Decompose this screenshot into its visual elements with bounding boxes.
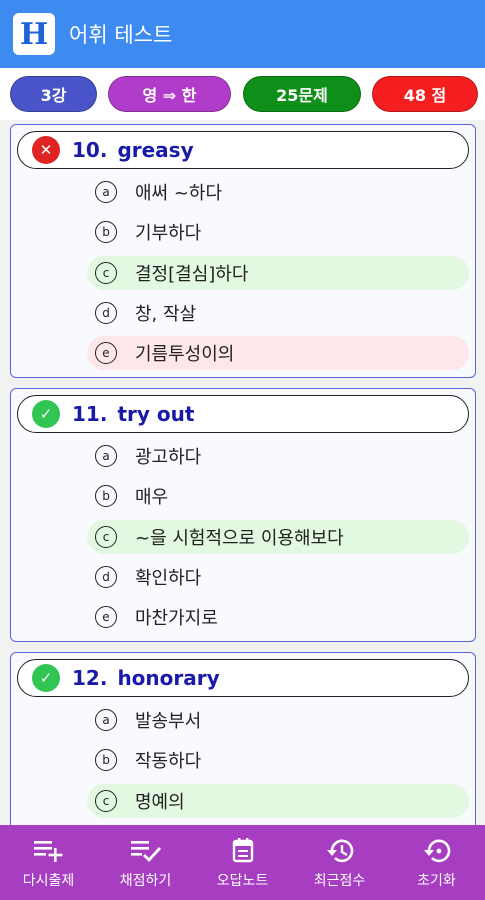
- lecture-pill[interactable]: 3강: [10, 76, 97, 112]
- nav-label: 초기화: [417, 872, 456, 889]
- option-letter-a: a: [95, 181, 117, 203]
- option-text: 명예의: [135, 792, 185, 813]
- question-header: ✕ 10. greasy: [17, 131, 469, 169]
- option-b[interactable]: b 매우: [87, 479, 469, 513]
- question-header: ✓ 12. honorary: [17, 659, 469, 697]
- option-e[interactable]: e 기름투성이의: [87, 336, 469, 370]
- question-number: 12.: [72, 666, 108, 690]
- check-status-icon: ✓: [32, 400, 60, 428]
- option-text: 창, 작살: [135, 304, 197, 325]
- nav-label: 채점하기: [119, 872, 172, 889]
- option-text: 기름투성이의: [135, 344, 235, 365]
- history-icon: [326, 839, 353, 862]
- option-text: 매우: [135, 487, 169, 508]
- nav-recent-score[interactable]: 최근점수: [291, 825, 388, 900]
- option-b[interactable]: b 기부하다: [87, 215, 469, 249]
- option-d[interactable]: d 창, 작살: [87, 296, 469, 330]
- wrong-status-icon: ✕: [32, 136, 60, 164]
- option-a[interactable]: a 애써 ~하다: [87, 175, 469, 209]
- option-letter-d: d: [95, 302, 117, 324]
- playlist-add-icon: [33, 840, 62, 862]
- option-letter-c: c: [95, 262, 117, 284]
- check-status-icon: ✓: [32, 664, 60, 692]
- question-card: ✓ 11. try out a 광고하다 b 매우 c ~을 시험적으로 이용해…: [10, 388, 476, 642]
- question-word: greasy: [117, 138, 194, 162]
- app-logo-icon: H: [13, 13, 55, 55]
- info-pill-bar: 3강 영 ⇒ 한 25문제 48 점: [0, 68, 485, 120]
- option-c[interactable]: c 명예의: [87, 784, 469, 818]
- option-text: 애써 ~하다: [135, 183, 223, 204]
- option-c[interactable]: c 결정[결심]하다: [87, 256, 469, 290]
- question-card: ✓ 12. honorary a 발송부서 b 작동하다 c 명예의: [10, 652, 476, 825]
- option-text: 작동하다: [135, 751, 202, 772]
- option-letter-b: b: [95, 749, 117, 771]
- nav-label: 최근점수: [313, 872, 366, 889]
- question-number: 11.: [72, 402, 108, 426]
- calendar-icon: [232, 837, 253, 862]
- option-letter-a: a: [95, 445, 117, 467]
- option-text: 확인하다: [135, 568, 202, 589]
- bottom-nav: 다시출제 채점하기 오답노트 최근점수 초기화: [0, 825, 485, 900]
- mode-pill[interactable]: 영 ⇒ 한: [108, 76, 231, 112]
- playlist-check-icon: [130, 840, 161, 862]
- option-letter-e: e: [95, 342, 117, 364]
- app-title: 어휘 테스트: [69, 23, 173, 47]
- option-letter-b: b: [95, 485, 117, 507]
- option-letter-c: c: [95, 526, 117, 548]
- question-word: honorary: [117, 666, 220, 690]
- option-text: 기부하다: [135, 223, 202, 244]
- nav-label: 오답노트: [216, 872, 269, 889]
- option-text: 결정[결심]하다: [135, 264, 249, 285]
- restore-icon: [423, 839, 450, 862]
- question-list[interactable]: ✕ 10. greasy a 애써 ~하다 b 기부하다 c 결정[결심]하다 …: [0, 120, 485, 825]
- question-word: try out: [117, 402, 195, 426]
- option-a[interactable]: a 광고하다: [87, 439, 469, 473]
- app-bar: H 어휘 테스트: [0, 0, 485, 68]
- option-d[interactable]: d 확인하다: [87, 560, 469, 594]
- option-e[interactable]: e 마찬가지로: [87, 600, 469, 634]
- option-letter-e: e: [95, 606, 117, 628]
- option-letter-a: a: [95, 709, 117, 731]
- nav-reset[interactable]: 초기화: [388, 825, 485, 900]
- question-count-pill[interactable]: 25문제: [243, 76, 361, 112]
- nav-grade[interactable]: 채점하기: [97, 825, 194, 900]
- option-text: ~을 시험적으로 이용해보다: [135, 528, 344, 549]
- option-c[interactable]: c ~을 시험적으로 이용해보다: [87, 520, 469, 554]
- option-text: 광고하다: [135, 447, 202, 468]
- question-number: 10.: [72, 138, 108, 162]
- option-letter-c: c: [95, 790, 117, 812]
- option-letter-b: b: [95, 221, 117, 243]
- option-b[interactable]: b 작동하다: [87, 743, 469, 777]
- option-a[interactable]: a 발송부서: [87, 703, 469, 737]
- question-card: ✕ 10. greasy a 애써 ~하다 b 기부하다 c 결정[결심]하다 …: [10, 124, 476, 378]
- score-pill: 48 점: [372, 76, 478, 112]
- option-text: 발송부서: [135, 711, 202, 732]
- nav-wrong-notes[interactable]: 오답노트: [194, 825, 291, 900]
- option-text: 마찬가지로: [135, 608, 218, 629]
- nav-label: 다시출제: [22, 872, 75, 889]
- option-letter-d: d: [95, 566, 117, 588]
- question-header: ✓ 11. try out: [17, 395, 469, 433]
- nav-retest[interactable]: 다시출제: [0, 825, 97, 900]
